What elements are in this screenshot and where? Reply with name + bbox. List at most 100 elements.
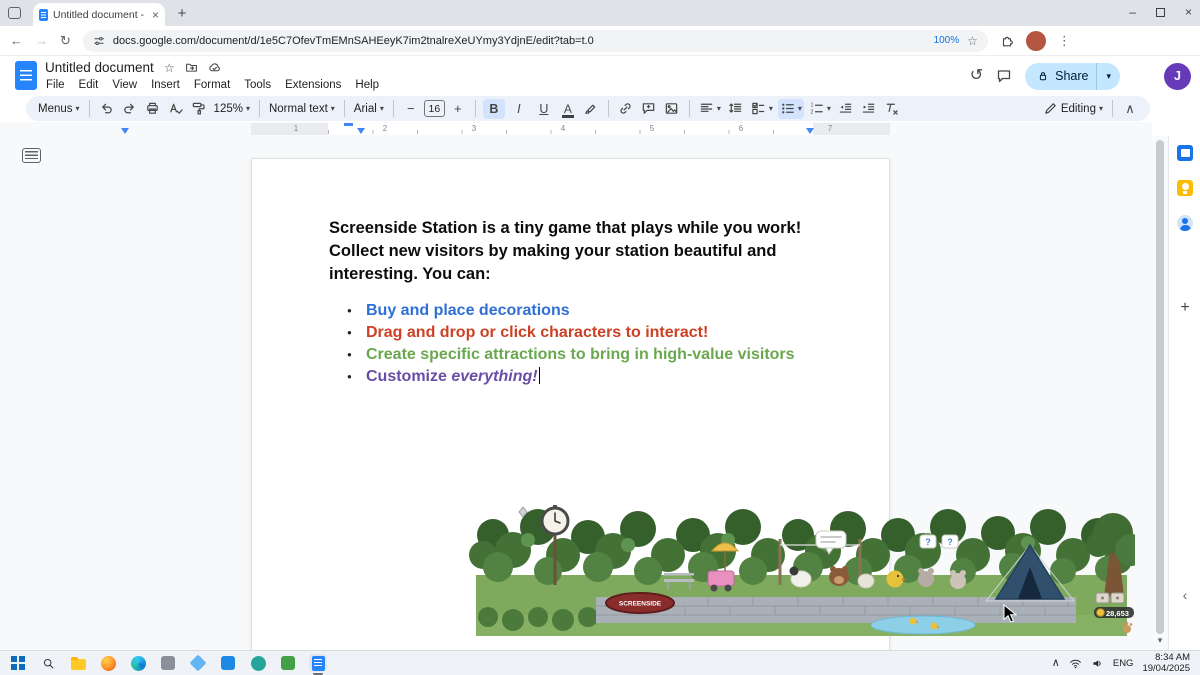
window-close-button[interactable]: × — [1185, 5, 1192, 19]
maps-icon[interactable] — [1176, 249, 1194, 267]
redo-button[interactable] — [120, 99, 140, 119]
underline-button[interactable]: U — [533, 99, 555, 119]
menu-extensions[interactable]: Extensions — [278, 77, 348, 93]
move-folder-icon[interactable] — [185, 61, 198, 74]
italic-button[interactable]: I — [508, 99, 530, 119]
list-item[interactable]: Customize everything! — [329, 366, 834, 388]
menus-button[interactable]: Menus▾ — [36, 99, 82, 119]
font-select[interactable]: Arial▾ — [352, 99, 386, 119]
list-item[interactable]: Create specific attractions to bring in … — [329, 344, 834, 366]
edge-icon[interactable] — [129, 654, 147, 672]
numbered-list-button[interactable]: ▾ — [807, 99, 833, 119]
styles-select[interactable]: Normal text▾ — [267, 99, 337, 119]
list-item[interactable]: Buy and place decorations — [329, 300, 834, 322]
hide-menus-button[interactable]: ∧ — [1120, 99, 1140, 119]
account-avatar[interactable]: J — [1164, 63, 1191, 90]
version-history-icon[interactable]: ↺ — [970, 68, 983, 84]
site-settings-icon[interactable] — [93, 35, 105, 47]
browser-menu-icon[interactable]: ⋮ — [1058, 34, 1071, 47]
decrease-indent-button[interactable] — [836, 99, 856, 119]
font-size-input[interactable]: 16 — [424, 100, 445, 117]
left-indent-marker[interactable] — [357, 128, 365, 134]
print-button[interactable] — [143, 99, 163, 119]
window-maximize-button[interactable] — [1156, 8, 1165, 17]
calendar-icon[interactable] — [1176, 144, 1194, 162]
volume-icon[interactable] — [1091, 657, 1104, 670]
contacts-icon[interactable] — [1176, 214, 1194, 232]
heading-line[interactable]: Collect new visitors by making your stat… — [329, 240, 834, 263]
bookmark-star-icon[interactable]: ☆ — [967, 34, 978, 48]
app-icon-settings[interactable] — [159, 654, 177, 672]
menu-tools[interactable]: Tools — [237, 77, 278, 93]
wifi-icon[interactable] — [1069, 657, 1082, 670]
browser-zoom-indicator[interactable]: 100% — [934, 35, 960, 46]
gemini-icon[interactable] — [1133, 67, 1151, 85]
firefox-icon[interactable] — [99, 654, 117, 672]
align-button[interactable]: ▾ — [697, 99, 723, 119]
show-side-panel-icon[interactable]: ‹ — [1176, 586, 1194, 604]
paint-format-button[interactable] — [189, 99, 209, 119]
zoom-select[interactable]: 125%▾ — [212, 99, 252, 119]
tray-chevron-icon[interactable]: ∧ — [1052, 658, 1060, 669]
first-line-indent-marker[interactable] — [344, 123, 353, 126]
menu-insert[interactable]: Insert — [144, 77, 187, 93]
star-document-icon[interactable]: ☆ — [164, 62, 175, 74]
app-icon-maps[interactable] — [249, 654, 267, 672]
extensions-puzzle-icon[interactable] — [1000, 34, 1014, 48]
editing-mode-button[interactable]: Editing▾ — [1041, 99, 1105, 119]
add-comment-button[interactable] — [639, 99, 659, 119]
menu-format[interactable]: Format — [187, 77, 237, 93]
docs-logo-icon[interactable] — [15, 61, 37, 90]
menu-edit[interactable]: Edit — [72, 77, 106, 93]
clear-formatting-button[interactable] — [882, 99, 902, 119]
new-tab-button[interactable]: + — [173, 4, 191, 22]
tab-search-icon[interactable] — [8, 7, 21, 19]
spellcheck-button[interactable] — [166, 99, 186, 119]
highlight-color-button[interactable] — [581, 99, 601, 119]
app-icon-photos[interactable] — [189, 654, 207, 672]
comment-history-icon[interactable] — [996, 68, 1012, 84]
clock[interactable]: 8:34 AM 19/04/2025 — [1142, 652, 1190, 674]
window-minimize-button[interactable]: – — [1129, 5, 1136, 19]
undo-button[interactable] — [97, 99, 117, 119]
list-item[interactable]: Drag and drop or click characters to int… — [329, 322, 834, 344]
editor-canvas[interactable]: Screenside Station is a tiny game that p… — [0, 136, 1152, 650]
start-button[interactable] — [9, 654, 27, 672]
checklist-button[interactable]: ▾ — [749, 99, 775, 119]
inline-image[interactable]: SCREENSIDE — [468, 505, 1135, 636]
bulleted-list-button[interactable]: ▾ — [778, 99, 804, 119]
tab-stop-marker[interactable] — [121, 128, 129, 134]
add-addon-button[interactable]: + — [1176, 299, 1194, 317]
line-spacing-button[interactable] — [726, 99, 746, 119]
document-outline-button[interactable] — [22, 148, 41, 163]
heading-line[interactable]: interesting. You can: — [329, 263, 834, 286]
document-text[interactable]: Screenside Station is a tiny game that p… — [329, 217, 834, 388]
menu-help[interactable]: Help — [348, 77, 386, 93]
menu-file[interactable]: File — [39, 77, 72, 93]
insert-image-button[interactable] — [662, 99, 682, 119]
text-color-button[interactable]: A — [558, 99, 578, 119]
increase-font-size-button[interactable]: + — [448, 99, 468, 119]
browser-profile-avatar[interactable] — [1026, 31, 1046, 51]
browser-tab[interactable]: Untitled document - Google Do × — [33, 3, 165, 26]
share-button[interactable]: Share ▾ — [1025, 63, 1120, 90]
decrease-font-size-button[interactable]: − — [401, 99, 421, 119]
heading-line[interactable]: Screenside Station is a tiny game that p… — [329, 217, 834, 240]
reload-button[interactable]: ↻ — [60, 34, 71, 47]
app-icon-sheets[interactable] — [279, 654, 297, 672]
keep-icon[interactable] — [1176, 179, 1194, 197]
tab-close-icon[interactable]: × — [152, 9, 159, 21]
share-dropdown-icon[interactable]: ▾ — [1097, 71, 1120, 82]
increase-indent-button[interactable] — [859, 99, 879, 119]
docs-window-icon[interactable] — [309, 654, 327, 672]
scrollbar-thumb[interactable] — [1156, 140, 1164, 634]
file-explorer-icon[interactable] — [69, 654, 87, 672]
language-indicator[interactable]: ENG — [1113, 658, 1134, 669]
taskbar-search-button[interactable] — [39, 654, 57, 672]
bold-button[interactable]: B — [483, 99, 505, 119]
back-button[interactable]: ← — [10, 34, 23, 47]
app-icon-store[interactable] — [219, 654, 237, 672]
right-indent-marker[interactable] — [806, 128, 814, 134]
scroll-down-icon[interactable]: ▾ — [1152, 635, 1168, 646]
forward-button[interactable]: → — [35, 34, 48, 47]
